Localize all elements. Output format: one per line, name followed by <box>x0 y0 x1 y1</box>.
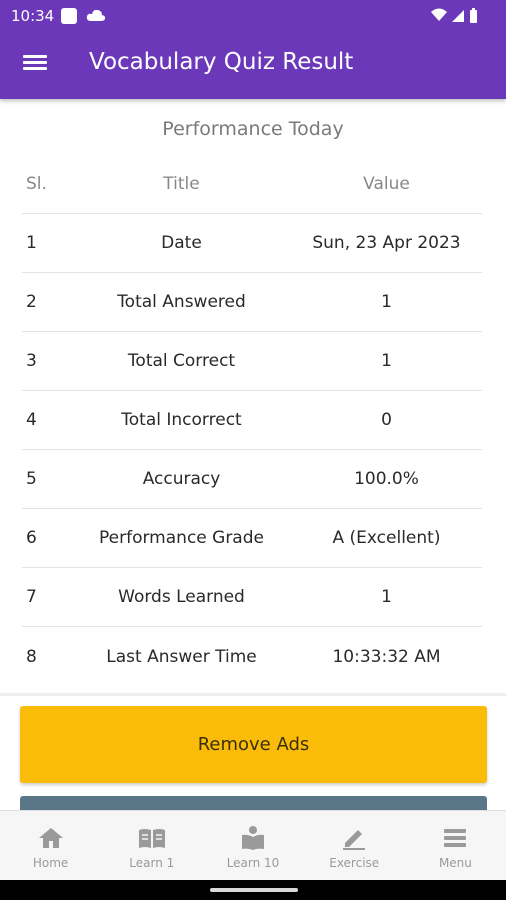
nav-item-menu[interactable]: Menu <box>405 811 506 880</box>
row-value: Sun, 23 Apr 2023 <box>312 233 461 253</box>
row-value: 1 <box>381 587 392 607</box>
reader-icon <box>240 825 266 851</box>
row-serial: 5 <box>26 469 37 489</box>
table-row: 8 Last Answer Time 10:33:32 AM <box>22 627 482 686</box>
home-icon <box>38 825 64 851</box>
row-title: Total Answered <box>117 292 246 312</box>
header-serial: Sl. <box>26 174 47 194</box>
status-indicators <box>431 8 477 23</box>
header-title: Title <box>163 174 200 194</box>
menu-icon <box>442 825 468 851</box>
table-row: 1 Date Sun, 23 Apr 2023 <box>22 214 482 273</box>
row-value: 1 <box>381 292 392 312</box>
nav-label-home: Home <box>32 856 69 870</box>
table-row: 3 Total Correct 1 <box>22 332 482 391</box>
bottom-navigation: Home Learn 1 Learn 10 Exercise Menu <box>0 810 506 880</box>
gesture-bar <box>0 880 506 900</box>
row-title: Performance Grade <box>99 528 264 548</box>
row-title: Total Correct <box>127 351 236 371</box>
row-value: 0 <box>381 410 392 430</box>
section-title: Performance Today <box>162 118 344 140</box>
nav-item-learn-1[interactable]: Learn 1 <box>101 811 202 880</box>
table-row: 5 Accuracy 100.0% <box>22 450 482 509</box>
row-title: Total Incorrect <box>121 410 242 430</box>
table-row: 4 Total Incorrect 0 <box>22 391 482 450</box>
row-title: Words Learned <box>118 587 245 607</box>
row-value: 10:33:32 AM <box>332 646 441 667</box>
status-bar: 10:34 <box>0 0 506 32</box>
nav-label-menu: Menu <box>438 856 472 870</box>
row-value: A (Excellent) <box>332 528 441 548</box>
nav-label-learn-10: Learn 10 <box>226 856 280 870</box>
table-row: 7 Words Learned 1 <box>22 568 482 627</box>
row-value: 1 <box>381 351 392 371</box>
table-row: 6 Performance Grade A (Excellent) <box>22 509 482 568</box>
page-title: Vocabulary Quiz Result <box>89 49 354 75</box>
cloud-icon <box>86 9 106 21</box>
row-serial: 3 <box>26 351 37 371</box>
row-serial: 1 <box>26 233 37 253</box>
app-header: 10:34 Vocabulary Quiz Result <box>0 0 506 99</box>
table-row: 2 Total Answered 1 <box>22 273 482 332</box>
home-gesture-handle[interactable] <box>210 888 298 892</box>
table-header: Sl. Title Value <box>22 155 482 214</box>
result-table: Sl. Title Value 1 Date Sun, 23 Apr 2023 … <box>22 155 482 686</box>
row-serial: 2 <box>26 292 37 312</box>
pencil-icon <box>341 825 367 851</box>
row-serial: 6 <box>26 528 37 548</box>
row-value: 100.0% <box>354 469 419 489</box>
nav-label-exercise: Exercise <box>329 856 380 870</box>
remove-ads-button[interactable]: Remove Ads <box>20 706 487 783</box>
row-title: Last Answer Time <box>106 646 257 667</box>
notification-icon <box>61 8 77 24</box>
app-bar: Vocabulary Quiz Result <box>0 32 506 99</box>
section-divider <box>0 693 506 696</box>
nav-item-exercise[interactable]: Exercise <box>304 811 405 880</box>
row-serial: 8 <box>26 646 37 667</box>
row-title: Accuracy <box>142 469 221 489</box>
status-time: 10:34 <box>11 7 55 25</box>
nav-item-home[interactable]: Home <box>0 811 101 880</box>
wifi-icon <box>431 8 447 21</box>
row-serial: 4 <box>26 410 37 430</box>
signal-icon <box>452 10 464 22</box>
header-value: Value <box>363 174 410 194</box>
row-serial: 7 <box>26 587 37 607</box>
nav-label-learn-1: Learn 1 <box>129 856 175 870</box>
row-title: Date <box>161 233 202 253</box>
battery-icon <box>470 8 477 23</box>
book-icon <box>137 825 167 851</box>
hamburger-menu-icon[interactable] <box>20 52 50 80</box>
nav-item-learn-10[interactable]: Learn 10 <box>202 811 303 880</box>
